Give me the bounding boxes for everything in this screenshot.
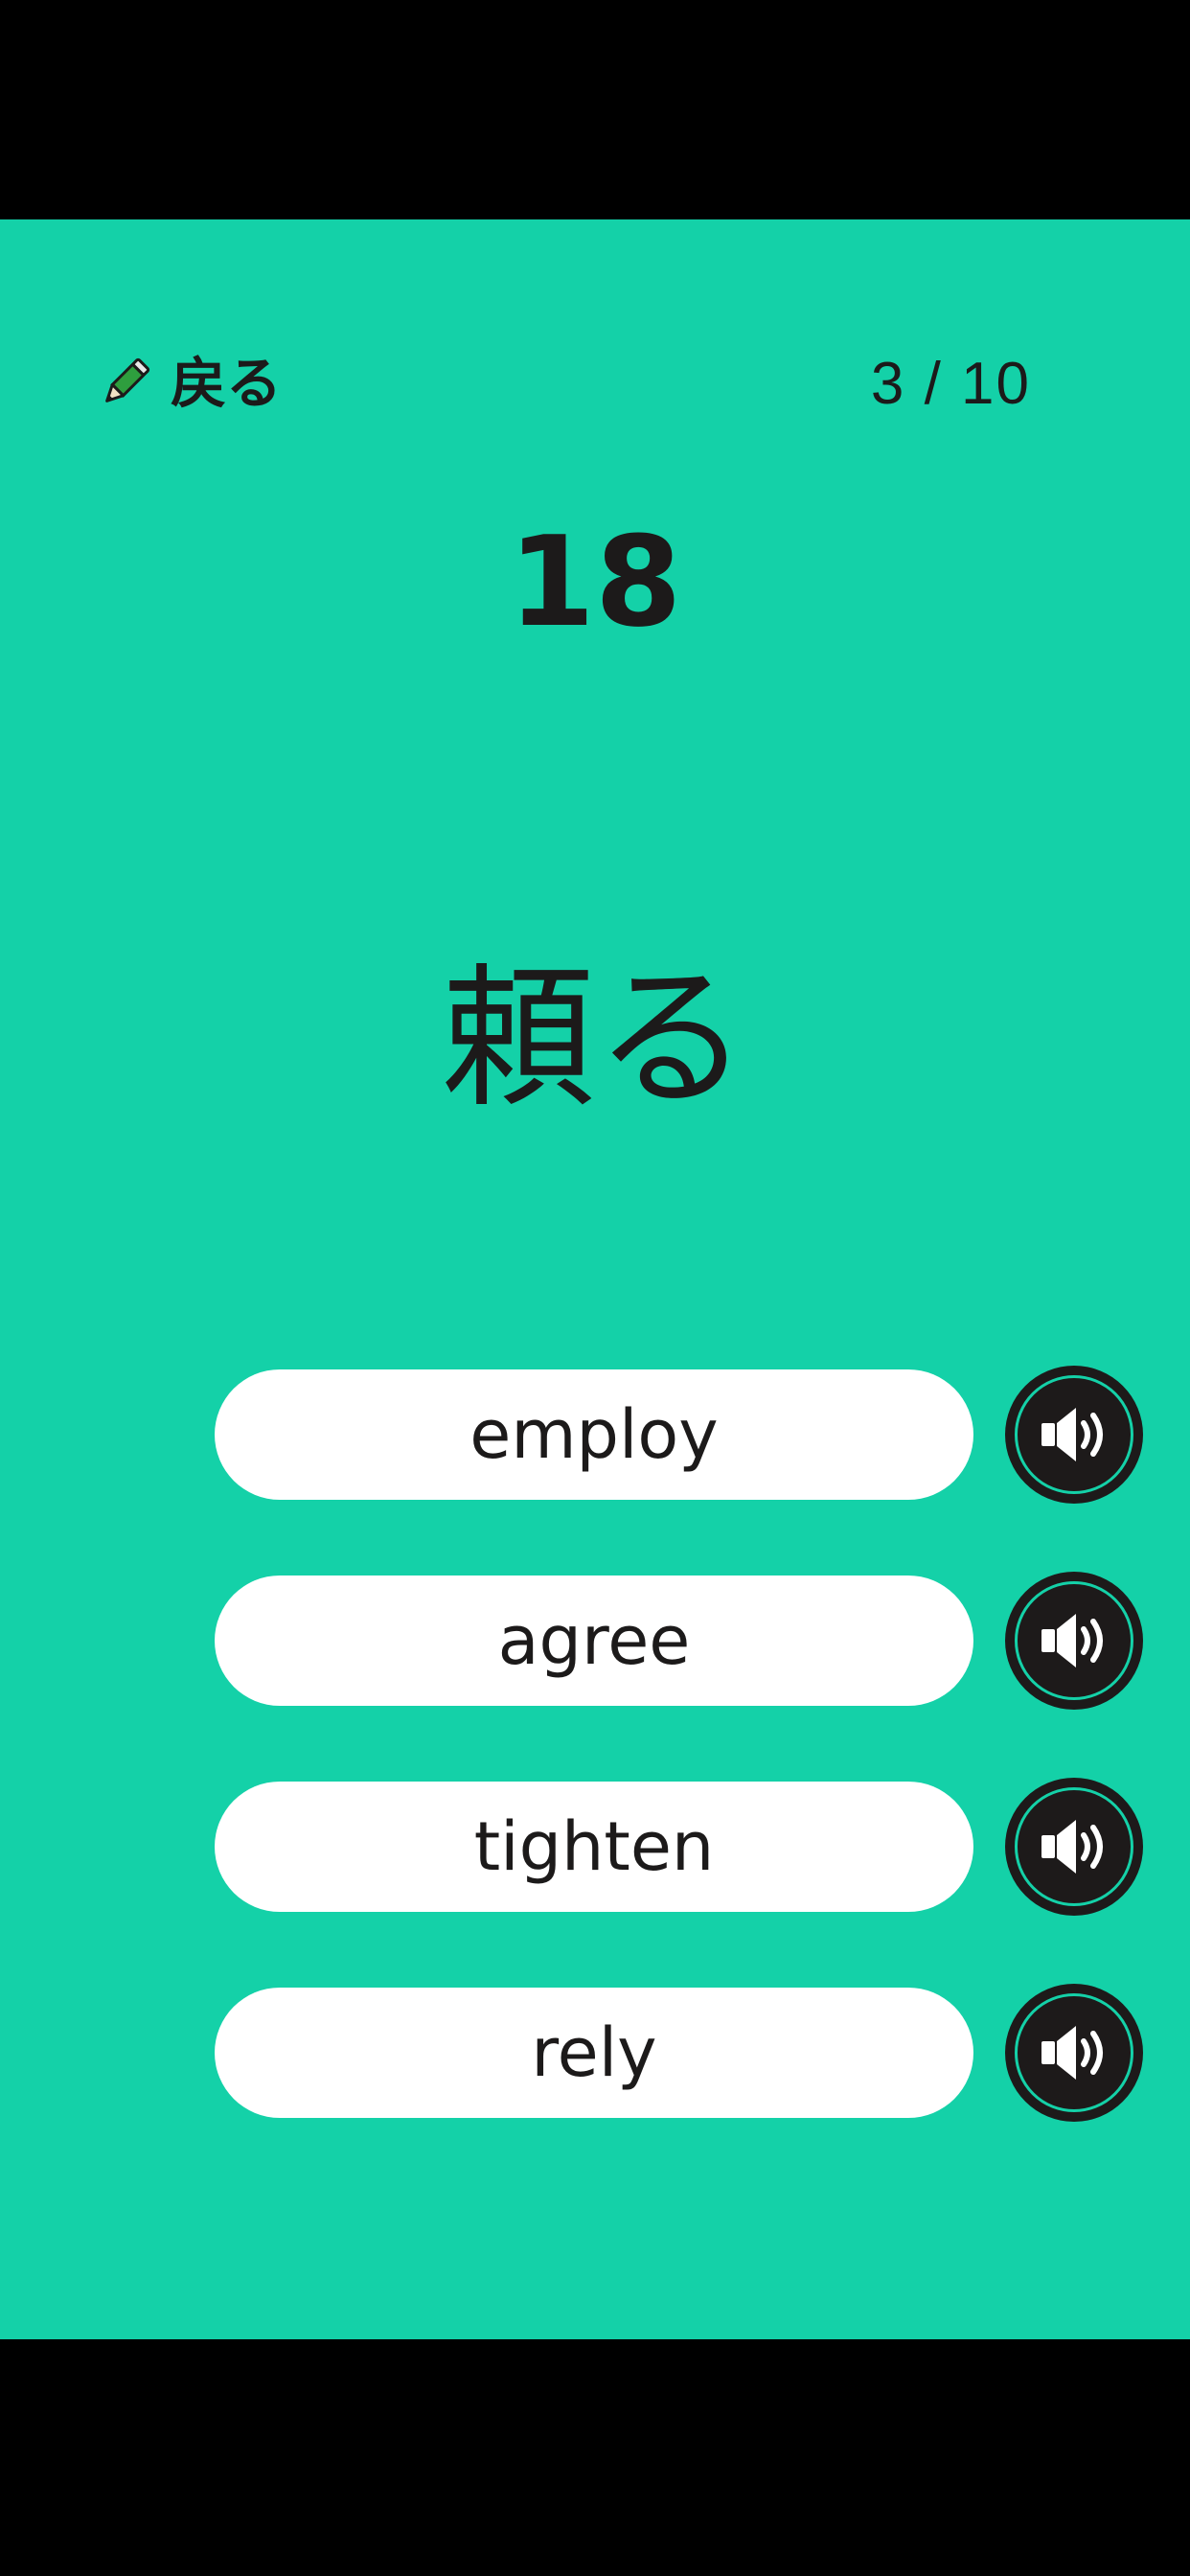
answer-option-tighten[interactable]: tighten — [215, 1782, 973, 1912]
speaker-ring — [1015, 1993, 1133, 2112]
play-audio-button-employ[interactable] — [1008, 1368, 1140, 1501]
play-audio-button-tighten[interactable] — [1008, 1781, 1140, 1913]
speaker-ring — [1015, 1787, 1133, 1906]
option-row: agree — [215, 1575, 1144, 1707]
back-label: 戻る — [171, 351, 283, 416]
play-audio-button-agree[interactable] — [1008, 1575, 1140, 1707]
back-button[interactable]: 戻る — [96, 344, 282, 423]
speaker-icon — [1041, 1614, 1103, 1668]
speaker-icon — [1041, 1820, 1103, 1874]
speaker-icon — [1041, 2026, 1103, 2080]
speaker-icon — [1041, 1408, 1103, 1461]
speaker-ring — [1015, 1581, 1133, 1700]
answer-options: employ agree tighten rely — [215, 1368, 1144, 2194]
answer-option-agree[interactable]: agree — [215, 1576, 973, 1706]
countdown-timer: 18 — [508, 509, 682, 655]
option-row: rely — [215, 1987, 1144, 2119]
quiz-screen: 戻る 3 / 10 18 頼る employ agree tighten rel… — [0, 219, 1190, 2339]
option-row: employ — [215, 1368, 1144, 1501]
play-audio-button-rely[interactable] — [1008, 1987, 1140, 2119]
pencil-icon — [105, 357, 150, 402]
speaker-ring — [1015, 1375, 1133, 1494]
screen: 戻る 3 / 10 18 頼る employ agree tighten rel… — [0, 0, 1190, 2576]
question-word: 頼る — [441, 949, 748, 1128]
question-progress: 3 / 10 — [870, 350, 1031, 417]
answer-option-rely[interactable]: rely — [215, 1988, 973, 2118]
answer-option-employ[interactable]: employ — [215, 1369, 973, 1500]
option-row: tighten — [215, 1781, 1144, 1913]
